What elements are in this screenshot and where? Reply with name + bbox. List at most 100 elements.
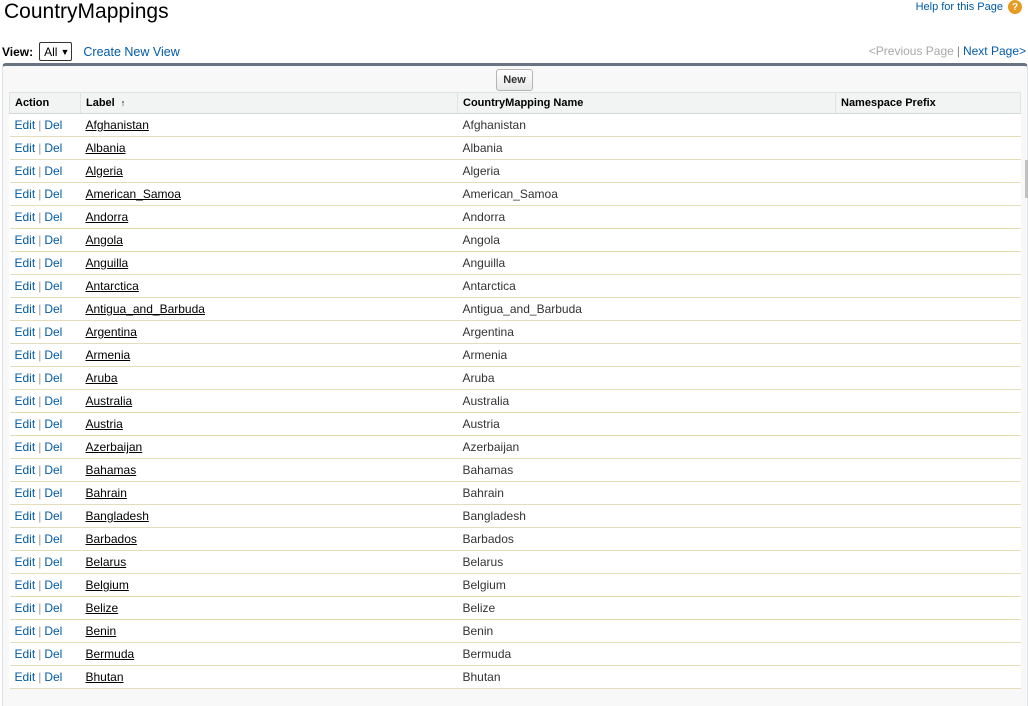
delete-link[interactable]: Del	[44, 670, 62, 684]
edit-link[interactable]: Edit	[15, 394, 36, 408]
record-label-link[interactable]: Afghanistan	[86, 118, 149, 132]
record-label-link[interactable]: American_Samoa	[86, 187, 181, 201]
action-cell: Edit | Del	[9, 343, 81, 367]
delete-link[interactable]: Del	[44, 555, 62, 569]
delete-link[interactable]: Del	[44, 256, 62, 270]
delete-link[interactable]: Del	[44, 118, 62, 132]
edit-link[interactable]: Edit	[15, 555, 36, 569]
help-icon[interactable]: ?	[1008, 0, 1022, 14]
label-cell: Afghanistan	[80, 113, 458, 137]
next-page-link[interactable]: Next Page>	[963, 44, 1026, 58]
edit-link[interactable]: Edit	[15, 578, 36, 592]
record-label-link[interactable]: Bahamas	[86, 463, 137, 477]
name-cell: Albania	[457, 136, 836, 160]
edit-link[interactable]: Edit	[15, 486, 36, 500]
delete-link[interactable]: Del	[44, 440, 62, 454]
table-row: Edit | Del Belarus Belarus	[9, 550, 1021, 574]
edit-link[interactable]: Edit	[15, 670, 36, 684]
edit-link[interactable]: Edit	[15, 118, 36, 132]
record-label-link[interactable]: Bhutan	[86, 670, 124, 684]
edit-link[interactable]: Edit	[15, 463, 36, 477]
edit-link[interactable]: Edit	[15, 509, 36, 523]
record-label-link[interactable]: Australia	[86, 394, 133, 408]
record-label-link[interactable]: Antarctica	[86, 279, 139, 293]
column-header-label[interactable]: Label ↑	[80, 92, 458, 114]
delete-link[interactable]: Del	[44, 210, 62, 224]
record-label-link[interactable]: Algeria	[86, 164, 123, 178]
record-label-link[interactable]: Andorra	[86, 210, 129, 224]
pagination: <Previous Page | Next Page>	[869, 44, 1026, 58]
edit-link[interactable]: Edit	[15, 256, 36, 270]
delete-link[interactable]: Del	[44, 325, 62, 339]
delete-link[interactable]: Del	[44, 141, 62, 155]
edit-link[interactable]: Edit	[15, 164, 36, 178]
label-cell: Belize	[80, 596, 458, 620]
edit-link[interactable]: Edit	[15, 233, 36, 247]
edit-link[interactable]: Edit	[15, 440, 36, 454]
delete-link[interactable]: Del	[44, 279, 62, 293]
record-label-link[interactable]: Barbados	[86, 532, 137, 546]
record-label-link[interactable]: Armenia	[86, 348, 131, 362]
view-select-value: All	[44, 44, 58, 59]
column-header-name[interactable]: CountryMapping Name	[457, 92, 836, 114]
delete-link[interactable]: Del	[44, 302, 62, 316]
delete-link[interactable]: Del	[44, 647, 62, 661]
action-separator: |	[38, 325, 42, 339]
delete-link[interactable]: Del	[44, 348, 62, 362]
edit-link[interactable]: Edit	[15, 647, 36, 661]
name-cell: Bermuda	[457, 642, 836, 666]
view-select[interactable]: All ▼	[39, 42, 73, 61]
table-row: Edit | Del Algeria Algeria	[9, 159, 1021, 183]
edit-link[interactable]: Edit	[15, 348, 36, 362]
create-new-view-link[interactable]: Create New View	[83, 45, 179, 59]
delete-link[interactable]: Del	[44, 187, 62, 201]
delete-link[interactable]: Del	[44, 233, 62, 247]
record-label-link[interactable]: Antigua_and_Barbuda	[86, 302, 205, 316]
edit-link[interactable]: Edit	[15, 532, 36, 546]
action-separator: |	[38, 187, 42, 201]
new-button[interactable]: New	[496, 69, 533, 91]
namespace-cell	[835, 642, 1021, 666]
delete-link[interactable]: Del	[44, 486, 62, 500]
delete-link[interactable]: Del	[44, 394, 62, 408]
record-label-link[interactable]: Angola	[86, 233, 123, 247]
record-label-link[interactable]: Benin	[86, 624, 117, 638]
delete-link[interactable]: Del	[44, 578, 62, 592]
edit-link[interactable]: Edit	[15, 624, 36, 638]
record-label-link[interactable]: Bahrain	[86, 486, 127, 500]
table-row: Edit | Del Benin Benin	[9, 619, 1021, 643]
delete-link[interactable]: Del	[44, 371, 62, 385]
edit-link[interactable]: Edit	[15, 279, 36, 293]
delete-link[interactable]: Del	[44, 417, 62, 431]
record-label-link[interactable]: Albania	[86, 141, 126, 155]
help-link[interactable]: Help for this Page	[916, 1, 1003, 13]
edit-link[interactable]: Edit	[15, 302, 36, 316]
record-label-link[interactable]: Argentina	[86, 325, 137, 339]
record-label-link[interactable]: Austria	[86, 417, 123, 431]
edit-link[interactable]: Edit	[15, 601, 36, 615]
record-label-link[interactable]: Belarus	[86, 555, 127, 569]
name-cell: Antigua_and_Barbuda	[457, 297, 836, 321]
edit-link[interactable]: Edit	[15, 325, 36, 339]
edit-link[interactable]: Edit	[15, 210, 36, 224]
edit-link[interactable]: Edit	[15, 417, 36, 431]
column-header-namespace[interactable]: Namespace Prefix	[835, 92, 1021, 114]
delete-link[interactable]: Del	[44, 624, 62, 638]
table-row: Edit | Del Australia Australia	[9, 389, 1021, 413]
record-label-link[interactable]: Aruba	[86, 371, 118, 385]
record-label-link[interactable]: Bangladesh	[86, 509, 149, 523]
record-label-link[interactable]: Anguilla	[86, 256, 129, 270]
edit-link[interactable]: Edit	[15, 187, 36, 201]
edit-link[interactable]: Edit	[15, 141, 36, 155]
delete-link[interactable]: Del	[44, 463, 62, 477]
record-label-link[interactable]: Azerbaijan	[86, 440, 143, 454]
record-label-link[interactable]: Bermuda	[86, 647, 135, 661]
pager-separator: |	[956, 44, 960, 58]
delete-link[interactable]: Del	[44, 601, 62, 615]
delete-link[interactable]: Del	[44, 164, 62, 178]
delete-link[interactable]: Del	[44, 509, 62, 523]
edit-link[interactable]: Edit	[15, 371, 36, 385]
record-label-link[interactable]: Belgium	[86, 578, 129, 592]
delete-link[interactable]: Del	[44, 532, 62, 546]
record-label-link[interactable]: Belize	[86, 601, 119, 615]
